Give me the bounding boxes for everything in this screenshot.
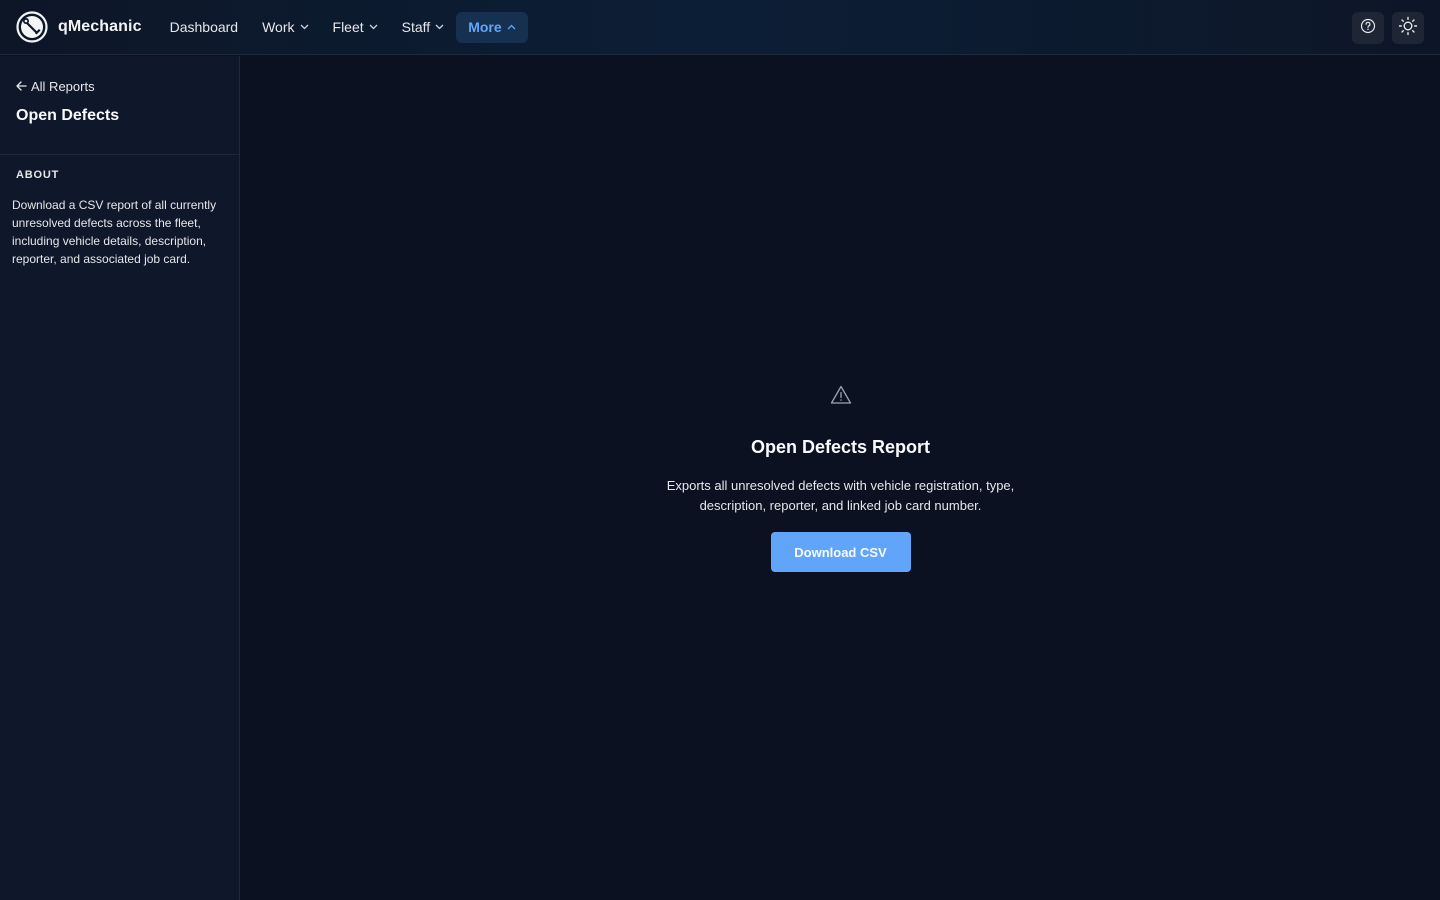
sidebar: All Reports Open Defects ABOUT Download … <box>0 56 240 900</box>
brand[interactable]: qMechanic <box>16 0 142 55</box>
warning-triangle-icon <box>830 384 852 406</box>
help-circle-icon <box>1360 18 1376 39</box>
main-nav: Dashboard Work Fleet Staff More <box>158 0 528 55</box>
help-button[interactable] <box>1352 12 1384 44</box>
chevron-down-icon <box>300 24 309 30</box>
theme-toggle-button[interactable] <box>1392 12 1424 44</box>
report-description: Exports all unresolved defects with vehi… <box>666 478 1015 513</box>
about-label: ABOUT <box>16 169 60 181</box>
nav-item-fleet[interactable]: Fleet <box>321 12 390 43</box>
report-panel: Open Defects Report Exports all unresolv… <box>241 384 1440 572</box>
sun-icon <box>1398 16 1418 41</box>
chevron-down-icon <box>435 24 444 30</box>
back-to-all-reports-link[interactable]: All Reports <box>16 78 223 94</box>
nav-item-label: Work <box>262 19 295 35</box>
sidebar-header: All Reports Open Defects <box>0 56 239 155</box>
top-navigation-bar: qMechanic Dashboard Work Fleet Staff Mor… <box>0 0 1440 55</box>
sidebar-title: Open Defects <box>16 107 120 124</box>
top-actions <box>1352 12 1424 44</box>
nav-item-label: Staff <box>401 19 431 35</box>
nav-item-label: More <box>468 19 502 35</box>
nav-item-dashboard[interactable]: Dashboard <box>158 12 251 43</box>
arrow-left-icon <box>16 81 27 91</box>
nav-item-more[interactable]: More <box>456 11 528 43</box>
nav-item-label: Fleet <box>332 19 364 35</box>
nav-item-staff[interactable]: Staff <box>390 12 457 43</box>
nav-item-label: Dashboard <box>169 19 239 35</box>
wrench-logo-icon <box>16 11 48 43</box>
about-text: Download a CSV report of all currently u… <box>12 198 217 266</box>
chevron-down-icon <box>369 24 378 30</box>
back-link-label: All Reports <box>31 78 95 94</box>
download-csv-button[interactable]: Download CSV <box>770 532 911 572</box>
app-name: qMechanic <box>58 18 142 35</box>
main-content: Open Defects Report Exports all unresolv… <box>241 56 1440 900</box>
report-title: Open Defects Report <box>750 437 931 457</box>
nav-item-work[interactable]: Work <box>250 12 320 43</box>
chevron-up-icon <box>507 24 516 30</box>
